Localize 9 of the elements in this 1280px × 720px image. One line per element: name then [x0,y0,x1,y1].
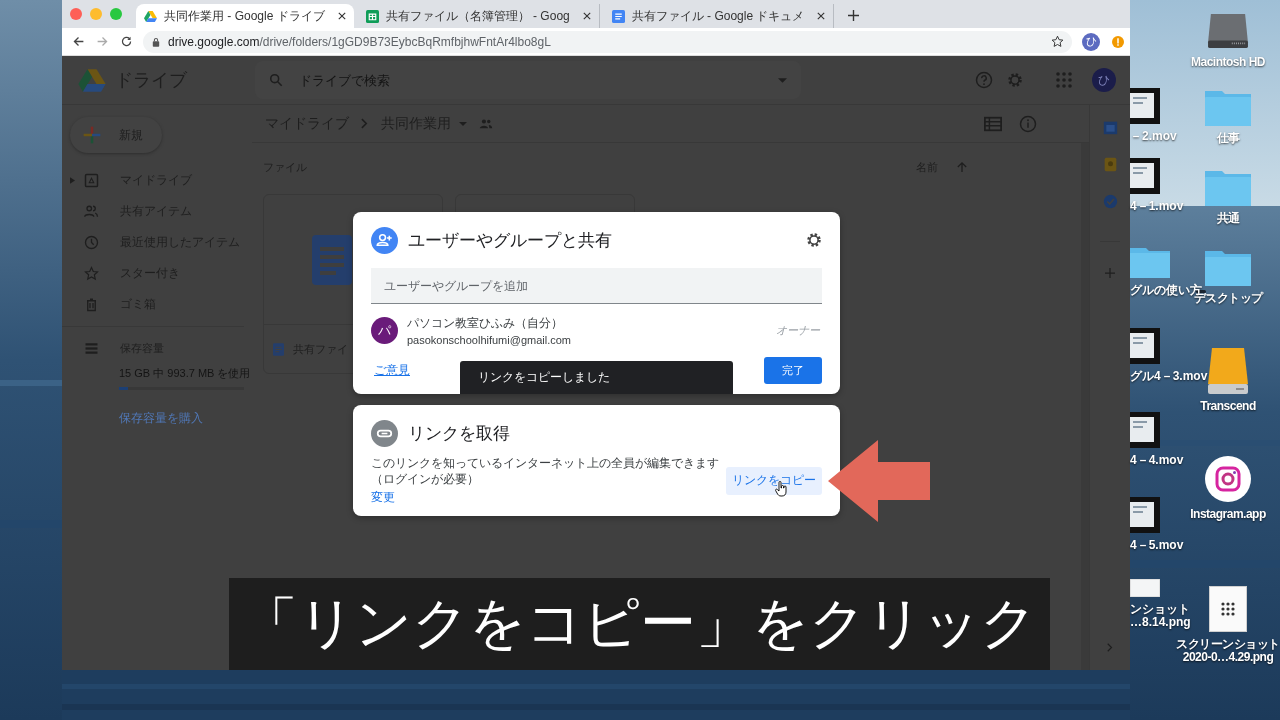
toast-message: リンクをコピーしました [460,361,733,394]
dialog-title: リンクを取得 [408,422,510,445]
role-label: オーナー [776,323,820,338]
link-access-description: このリンクを知っているインターネット上の全員が編集できます（ログインが必要） [371,455,720,487]
user-name: パソコン教室ひふみ（自分） [407,315,564,332]
dialog-title: ユーザーやグループと共有 [408,229,612,252]
caption-text: 「リンクをコピー」をクリック [229,578,1050,670]
user-avatar: パ [371,317,398,344]
user-email: pasokonschoolhifumi@gmail.com [407,334,572,346]
